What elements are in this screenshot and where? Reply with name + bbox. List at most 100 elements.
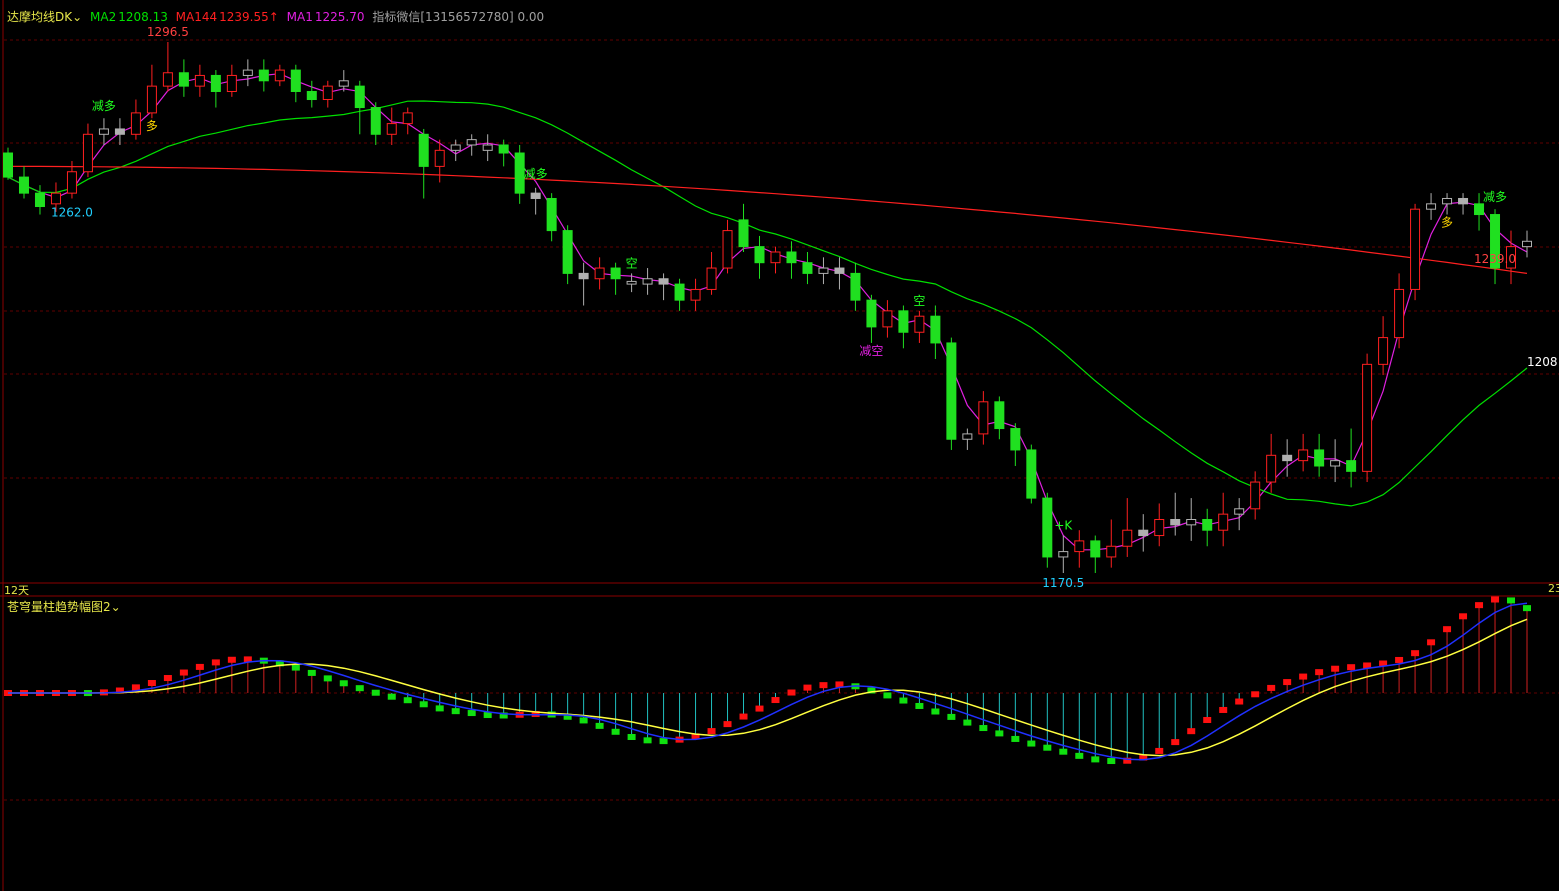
candle-body [1122, 529, 1133, 547]
candle-body [322, 85, 333, 101]
candle-body [930, 315, 941, 344]
candle-body [194, 74, 205, 87]
osc-marker [739, 713, 748, 720]
candle-body [338, 80, 349, 87]
candle-body [386, 123, 397, 135]
candle-body [546, 197, 557, 232]
osc-marker [339, 680, 348, 687]
osc-marker [355, 685, 364, 692]
candle-body [1010, 428, 1021, 451]
osc-marker [803, 684, 812, 691]
candle-body [722, 230, 733, 269]
candle-body [578, 272, 589, 280]
osc-marker [1107, 758, 1116, 765]
candle-body [1426, 203, 1437, 210]
candle-body [50, 192, 61, 205]
candle-body [1202, 518, 1213, 531]
candle-body [562, 230, 573, 274]
osc-marker [211, 659, 220, 666]
osc-marker [1347, 664, 1356, 671]
osc-marker [195, 663, 204, 670]
osc-marker [979, 725, 988, 732]
candle-body [162, 72, 173, 87]
osc-marker [1315, 669, 1324, 676]
candle-body [434, 149, 445, 167]
candle-body [258, 69, 269, 82]
candle-body [882, 310, 893, 328]
osc-marker [1459, 613, 1468, 620]
osc-marker [1507, 597, 1516, 604]
candle-body [1266, 454, 1277, 483]
candle-body [1250, 481, 1261, 510]
osc-marker [1155, 747, 1164, 754]
candle-body [226, 74, 237, 92]
candle-body [498, 144, 509, 154]
high-price-label: 1296.5 [147, 25, 189, 39]
osc-marker [1523, 605, 1531, 612]
candle-body [898, 310, 909, 333]
candle-body [802, 262, 813, 274]
osc-marker [899, 697, 908, 704]
osc-marker [819, 682, 828, 689]
indicator-name[interactable]: 达摩均线DK [7, 10, 72, 24]
price-annotations: 1296.51262.01170.51239.01208减多减多减多多多空空减空… [51, 25, 1558, 590]
chevron-down-icon[interactable]: ⌄ [72, 10, 82, 24]
chevron-down-icon[interactable]: ⌄ [111, 600, 121, 614]
osc-marker [451, 708, 460, 715]
signal-short: 空 [913, 294, 925, 308]
osc-marker [883, 692, 892, 699]
osc-marker [771, 697, 780, 704]
candle-body [450, 144, 461, 151]
osc-marker [723, 721, 732, 728]
main-legend: 达摩均线DK⌄ MA2 1208.13 MA144 1239.55↑ MA1 1225… [7, 8, 548, 25]
candle-body [1378, 337, 1389, 365]
osc-marker [371, 689, 380, 696]
sub-indicator-name[interactable]: 苍穹量柱趋势幅图2 [7, 600, 111, 614]
candle-body [18, 176, 29, 194]
axis-right-label: 23 [1548, 582, 1559, 595]
candle-body [82, 133, 93, 173]
candle-body [594, 267, 605, 280]
candle-body [962, 433, 973, 440]
candle-body [3, 152, 13, 178]
osc-marker [163, 675, 172, 682]
osc-marker [323, 675, 332, 682]
signal-reduce-long: 减多 [92, 99, 116, 113]
candle-body [626, 280, 637, 285]
osc-marker [1171, 739, 1180, 746]
ma144-value: 1239.55↑ [219, 10, 279, 24]
candle-body [946, 342, 957, 440]
osc-marker [1235, 698, 1244, 705]
candle-body [850, 272, 861, 301]
candle-body [914, 315, 925, 333]
osc-marker [1491, 596, 1500, 603]
candle-body [610, 267, 621, 280]
candle-body [210, 74, 221, 92]
candle-body [1442, 197, 1453, 205]
candle-body [1058, 551, 1069, 558]
candle-body [402, 112, 413, 125]
osc-marker [1427, 639, 1436, 646]
osc-marker [1475, 602, 1484, 609]
osc-marker [1299, 673, 1308, 680]
signal-short: 空 [626, 256, 638, 270]
candle-body [466, 139, 477, 146]
candle-body [1298, 449, 1309, 462]
osc-marker [147, 680, 156, 687]
grid [0, 0, 1559, 891]
osc-marker [915, 702, 924, 709]
osc-marker [995, 730, 1004, 737]
osc-marker [1395, 656, 1404, 663]
candle-body [242, 69, 253, 76]
osc-marker [307, 669, 316, 676]
osc-marker [627, 733, 636, 740]
candle-body [866, 299, 877, 328]
ma1-value: 1225.70 [314, 10, 365, 24]
ma144-end-label: 1239.0 [1474, 252, 1516, 266]
candle-body [1106, 545, 1117, 558]
osc-marker [227, 656, 236, 663]
candle-body [178, 72, 189, 87]
candle-body [1474, 203, 1485, 216]
signal-reduce-short: 减空 [859, 344, 883, 358]
osc-marker [1027, 740, 1036, 747]
